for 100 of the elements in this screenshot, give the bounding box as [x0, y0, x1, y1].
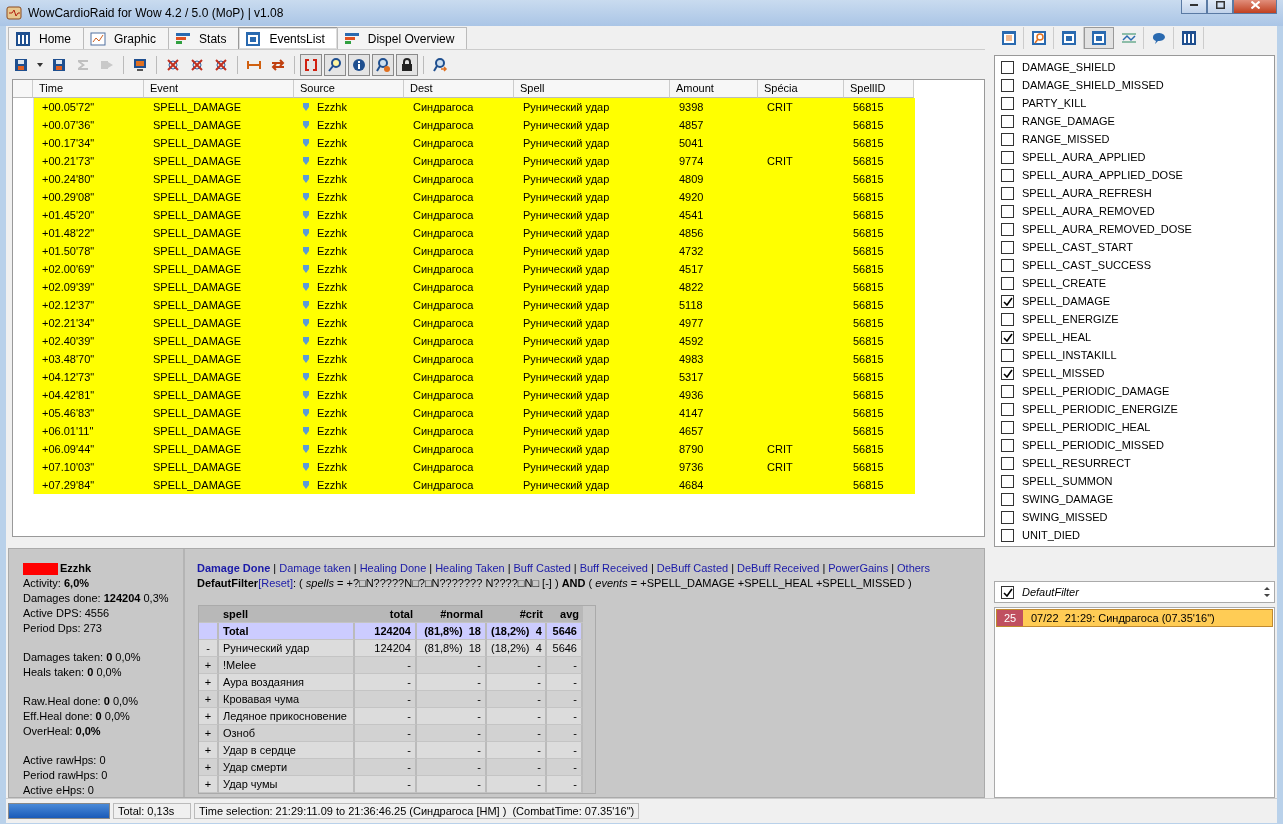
checkbox[interactable] [1001, 222, 1014, 236]
expand-toggle[interactable]: + [199, 725, 219, 742]
table-row[interactable]: +01.45'20" SPELL_DAMAGE Ezzhk Синдрагоса Рунический удар 4541 56815 [34, 206, 915, 224]
lock-button[interactable] [396, 54, 418, 76]
table-row[interactable]: +02.40'39" SPELL_DAMAGE Ezzhk Синдрагоса Рунический удар 4592 56815 [34, 332, 915, 350]
column-header[interactable]: Dest [404, 80, 514, 98]
table-cell-text: 4517 [679, 262, 704, 277]
checkbox[interactable] [1001, 96, 1014, 110]
expand-toggle[interactable]: + [199, 674, 219, 691]
checkbox[interactable] [1001, 312, 1014, 326]
checkbox[interactable] [1001, 585, 1014, 599]
window-button[interactable] [1084, 27, 1114, 49]
table-row[interactable]: +07.29'84" SPELL_DAMAGE Ezzhk Синдрагоса Рунический удар 4684 56815 [34, 476, 915, 494]
search-person-button[interactable] [372, 54, 394, 76]
checkbox[interactable] [1001, 294, 1014, 308]
column-header[interactable]: Spell [514, 80, 670, 98]
close-button[interactable] [1233, 0, 1277, 14]
column-header[interactable]: SpellID [844, 80, 914, 98]
column-header[interactable]: #crit [487, 606, 547, 623]
expand-toggle[interactable]: + [199, 657, 219, 674]
checkbox[interactable] [1001, 60, 1014, 74]
expand-toggle[interactable]: + [199, 708, 219, 725]
checkbox[interactable] [1001, 276, 1014, 290]
table-row[interactable]: +04.12'73" SPELL_DAMAGE Ezzhk Синдрагоса Рунический удар 5317 56815 [34, 368, 915, 386]
checkbox[interactable] [1001, 528, 1014, 542]
checkbox[interactable] [1001, 186, 1014, 200]
checkbox[interactable] [1001, 420, 1014, 434]
checkbox[interactable] [1001, 330, 1014, 344]
report-link[interactable]: Damage taken [279, 561, 351, 576]
report-link[interactable]: DeBuff Casted [656, 561, 729, 576]
column-header[interactable]: total [355, 606, 417, 623]
checkbox[interactable] [1001, 240, 1014, 254]
checkbox[interactable] [1001, 402, 1014, 416]
tab[interactable]: Graphic [83, 27, 170, 49]
checkbox[interactable] [1001, 168, 1014, 182]
checkbox[interactable] [1001, 150, 1014, 164]
table-row[interactable]: +00.21'73" SPELL_DAMAGE Ezzhk Синдрагоса Рунический удар 9774 CRIT 56815 [34, 152, 915, 170]
table-row[interactable]: +00.17'34" SPELL_DAMAGE Ezzhk Синдрагоса Рунический удар 5041 56815 [34, 134, 915, 152]
checkbox[interactable] [1001, 114, 1014, 128]
table-row[interactable]: +04.42'81" SPELL_DAMAGE Ezzhk Синдрагоса Рунический удар 4936 56815 [34, 386, 915, 404]
filter-dropdown[interactable]: DefautFilter [994, 581, 1275, 603]
reset-link[interactable]: [Reset] [258, 577, 293, 589]
table-row[interactable]: +02.21'34" SPELL_DAMAGE Ezzhk Синдрагоса Рунический удар 4977 56815 [34, 314, 915, 332]
report-link[interactable]: DeBuff Received [737, 561, 820, 576]
checkbox[interactable] [1001, 510, 1014, 524]
checkbox[interactable] [1001, 438, 1014, 452]
report-link[interactable]: Healing Done [359, 561, 427, 576]
column-header[interactable]: spell [219, 606, 355, 623]
table-row[interactable]: +06.01'11" SPELL_DAMAGE Ezzhk Синдрагоса Рунический удар 4657 56815 [34, 422, 915, 440]
checkbox[interactable] [1001, 132, 1014, 146]
info-button[interactable] [348, 54, 370, 76]
maximize-button[interactable] [1207, 0, 1233, 14]
checkbox[interactable] [1001, 348, 1014, 362]
table-row[interactable]: +01.50'78" SPELL_DAMAGE Ezzhk Синдрагоса Рунический удар 4732 56815 [34, 242, 915, 260]
checkbox[interactable] [1001, 492, 1014, 506]
column-header[interactable]: avg [547, 606, 583, 623]
minimize-button[interactable] [1181, 0, 1207, 14]
table-row[interactable]: +00.24'80" SPELL_DAMAGE Ezzhk Синдрагоса Рунический удар 4809 56815 [34, 170, 915, 188]
table-row[interactable]: +02.12'37" SPELL_DAMAGE Ezzhk Синдрагоса Рунический удар 5118 56815 [34, 296, 915, 314]
column-header[interactable]: Time [33, 80, 144, 98]
tab[interactable]: Home [8, 27, 84, 49]
expand-toggle[interactable]: + [199, 691, 219, 708]
table-row[interactable]: +06.09'44" SPELL_DAMAGE Ezzhk Синдрагоса Рунический удар 8790 CRIT 56815 [34, 440, 915, 458]
brackets-button[interactable] [300, 54, 322, 76]
checkbox[interactable] [1001, 366, 1014, 380]
column-header[interactable]: Spécia [758, 80, 844, 98]
column-header[interactable]: #normal [417, 606, 487, 623]
search-button[interactable] [324, 54, 346, 76]
tab[interactable]: EventsList [238, 27, 338, 49]
expand-toggle[interactable]: + [199, 759, 219, 776]
report-link[interactable]: Others [897, 561, 931, 576]
table-row[interactable]: +00.07'36" SPELL_DAMAGE Ezzhk Синдрагоса Рунический удар 4857 56815 [34, 116, 915, 134]
table-row[interactable]: +07.10'03" SPELL_DAMAGE Ezzhk Синдрагоса Рунический удар 9736 CRIT 56815 [34, 458, 915, 476]
table-row[interactable]: +02.00'69" SPELL_DAMAGE Ezzhk Синдрагоса Рунический удар 4517 56815 [34, 260, 915, 278]
table-row[interactable]: +01.48'22" SPELL_DAMAGE Ezzhk Синдрагоса Рунический удар 4856 56815 [34, 224, 915, 242]
tab[interactable]: Stats [168, 27, 240, 49]
report-link[interactable]: Buff Casted [513, 561, 571, 576]
checkbox[interactable] [1001, 456, 1014, 470]
table-row[interactable]: +03.48'70" SPELL_DAMAGE Ezzhk Синдрагоса Рунический удар 4983 56815 [34, 350, 915, 368]
column-header[interactable]: Source [294, 80, 404, 98]
session-item[interactable]: 25 07/22 21:29: Синдрагоса (07.35'16") [996, 609, 1273, 627]
expand-toggle[interactable]: + [199, 776, 219, 793]
report-link[interactable]: Healing Taken [435, 561, 505, 576]
expand-toggle[interactable]: + [199, 742, 219, 759]
tab[interactable]: Dispel Overview [336, 27, 468, 49]
report-link[interactable]: Buff Received [579, 561, 648, 576]
report-link[interactable]: Damage Done [197, 561, 271, 576]
checkbox[interactable] [1001, 384, 1014, 398]
column-header[interactable]: Event [144, 80, 294, 98]
checkbox[interactable] [1001, 78, 1014, 92]
report-link[interactable]: PowerGains [828, 561, 889, 576]
column-header[interactable]: Amount [670, 80, 758, 98]
table-row[interactable]: +00.29'08" SPELL_DAMAGE Ezzhk Синдрагоса Рунический удар 4920 56815 [34, 188, 915, 206]
table-row[interactable]: +00.05'72" SPELL_DAMAGE Ezzhk Синдрагоса Рунический удар 9398 CRIT 56815 [34, 98, 915, 116]
checkbox[interactable] [1001, 258, 1014, 272]
checkbox[interactable] [1001, 204, 1014, 218]
table-row[interactable]: +02.09'39" SPELL_DAMAGE Ezzhk Синдрагоса Рунический удар 4822 56815 [34, 278, 915, 296]
checkbox[interactable] [1001, 474, 1014, 488]
expand-toggle[interactable]: - [199, 640, 219, 657]
table-row[interactable]: +05.46'83" SPELL_DAMAGE Ezzhk Синдрагоса Рунический удар 4147 56815 [34, 404, 915, 422]
